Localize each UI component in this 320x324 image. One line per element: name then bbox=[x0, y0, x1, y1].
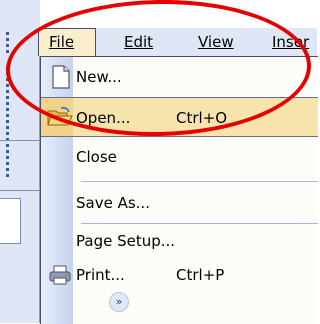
menu-item-close[interactable]: Close bbox=[41, 137, 318, 177]
toolbar-grip-handle[interactable] bbox=[6, 150, 11, 180]
menu-view[interactable]: View bbox=[198, 33, 234, 51]
menu-item-print[interactable]: Print... Ctrl+P bbox=[41, 255, 318, 295]
expand-chevron-icon[interactable]: » bbox=[109, 292, 129, 312]
menu-item-save-as-label: Save As... bbox=[76, 194, 150, 212]
menu-item-close-label: Close bbox=[76, 148, 117, 166]
menu-file[interactable]: File bbox=[38, 28, 96, 56]
toolbar-grip-handle[interactable] bbox=[6, 32, 11, 56]
menu-edit-label: Edit bbox=[124, 33, 154, 51]
toolbar-divider bbox=[0, 190, 40, 191]
menu-item-save-as[interactable]: Save As... bbox=[41, 183, 318, 223]
menu-separator bbox=[81, 181, 318, 182]
menu-file-label: File bbox=[49, 33, 75, 51]
menu-item-open[interactable]: Open... Ctrl+O bbox=[41, 97, 318, 137]
expand-glyph: » bbox=[115, 295, 123, 308]
printer-icon bbox=[49, 265, 71, 285]
toolbar-panel bbox=[0, 198, 21, 244]
menu-bar: File Edit View Inser bbox=[38, 28, 317, 57]
menu-view-label: View bbox=[198, 33, 234, 51]
menu-item-print-label: Print... bbox=[76, 266, 125, 284]
menu-edit[interactable]: Edit bbox=[124, 33, 153, 51]
new-document-icon bbox=[52, 65, 70, 89]
menu-insert-label: Inser bbox=[272, 33, 310, 51]
menu-insert[interactable]: Inser bbox=[272, 33, 309, 51]
menu-item-open-shortcut: Ctrl+O bbox=[176, 109, 228, 127]
toolbar-divider bbox=[0, 140, 40, 141]
side-toolbar bbox=[0, 0, 40, 323]
menu-item-print-shortcut: Ctrl+P bbox=[176, 266, 225, 284]
menu-item-open-label: Open... bbox=[76, 109, 131, 127]
file-menu-dropdown: New... Open... Ctrl+O Close Save As... P… bbox=[40, 56, 318, 324]
menu-item-new-label: New... bbox=[76, 68, 122, 86]
menu-item-new[interactable]: New... bbox=[41, 57, 318, 97]
open-folder-icon bbox=[47, 107, 73, 126]
